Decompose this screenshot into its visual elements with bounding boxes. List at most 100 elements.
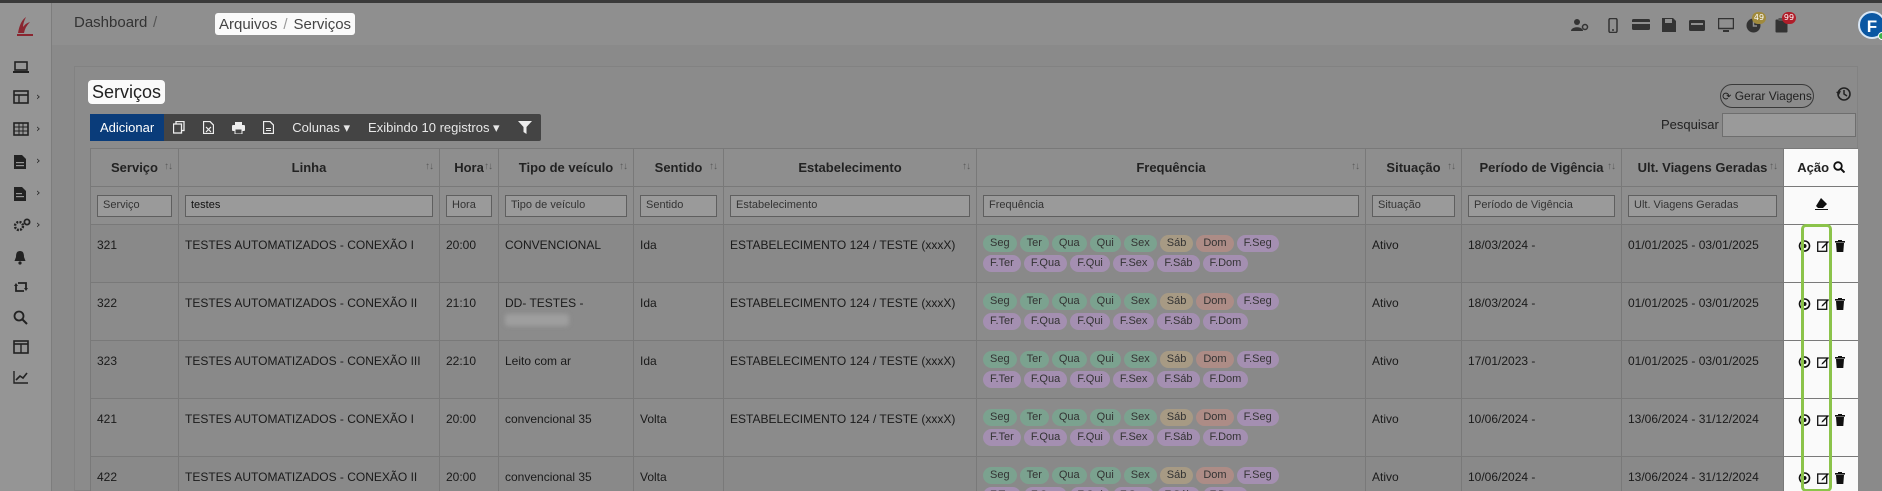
column-header-frequencia[interactable]: Frequência ↑↓	[976, 148, 1366, 187]
breadcrumb-arquivos[interactable]: Arquivos	[219, 16, 277, 33]
filter-button[interactable]	[509, 114, 541, 141]
filter-situacao-input[interactable]: Situação	[1372, 194, 1455, 217]
gerar-viagens-button[interactable]: ⟳ Gerar Viagens	[1720, 84, 1814, 108]
sort-icon: ↑↓	[425, 161, 434, 172]
trash-icon[interactable]	[1834, 472, 1845, 484]
copy-button[interactable]	[164, 114, 194, 141]
printer-register-icon[interactable]	[1689, 18, 1705, 32]
columns-dropdown[interactable]: Colunas ▾	[283, 114, 359, 141]
column-header-tipo[interactable]: Tipo de veículo ↑↓	[498, 148, 634, 187]
sidebar-item-tables[interactable]: ›	[0, 83, 52, 113]
eraser-icon[interactable]	[1814, 198, 1828, 210]
line-chart-icon	[13, 371, 28, 384]
cell-periodo: 10/06/2024 -	[1461, 398, 1622, 457]
day-badge: Seg	[983, 351, 1017, 368]
holiday-day-badge: F.Sex	[1112, 429, 1155, 446]
breadcrumb-dashboard[interactable]: Dashboard	[74, 14, 147, 31]
excel-button[interactable]	[194, 114, 223, 141]
column-header-periodo[interactable]: Período de Vigência ↑↓	[1461, 148, 1622, 187]
holiday-day-badge: F.Qua	[1023, 255, 1068, 272]
cell-sentido: Ida	[633, 224, 724, 283]
trash-icon[interactable]	[1834, 414, 1845, 426]
column-header-hora[interactable]: Hora ↑↓	[439, 148, 499, 187]
day-badge: Sex	[1123, 235, 1157, 252]
filter-estabelecimento-input[interactable]: Estabelecimento	[730, 194, 970, 217]
add-button[interactable]: Adicionar	[90, 114, 165, 141]
frequency-days: SegTerQuaQuiSexSábDomF.Seg F.TerF.QuaF.Qu…	[983, 293, 1283, 330]
column-header-situacao[interactable]: Situação ↑↓	[1365, 148, 1462, 187]
sidebar-item-documents[interactable]: ›	[0, 147, 52, 177]
sort-icon: ↑↓	[1447, 161, 1456, 172]
filter-servico-input[interactable]: Serviço	[97, 194, 172, 217]
pdf-button[interactable]	[254, 114, 283, 141]
chevron-right-icon: ›	[36, 90, 41, 103]
holiday-day-badge: F.Dom	[1202, 487, 1249, 491]
redacted-text	[505, 314, 569, 326]
zoom-icon[interactable]	[1833, 161, 1845, 174]
day-badge: Sex	[1123, 467, 1157, 484]
trash-icon[interactable]	[1834, 356, 1845, 368]
column-header-linha[interactable]: Linha ↑↓	[178, 148, 440, 187]
sidebar-item-search[interactable]	[0, 303, 52, 333]
print-button[interactable]	[223, 114, 254, 141]
page-length-dropdown[interactable]: Exibindo 10 registros ▾	[359, 114, 509, 141]
day-badge: Qui	[1089, 351, 1121, 368]
frequency-days: SegTerQuaQuiSexSábDomF.Seg F.TerF.QuaF.Qu…	[983, 351, 1283, 388]
cell-situacao-text: Ativo	[1372, 238, 1399, 252]
trash-icon[interactable]	[1834, 298, 1845, 310]
filter-hora-input[interactable]: Hora	[446, 194, 492, 217]
cell-hora-text: 21:10	[446, 296, 477, 310]
sort-icon: ↑↓	[709, 161, 718, 172]
sidebar-item-alerts[interactable]	[0, 243, 52, 273]
filter-ult-viagens-input[interactable]: Ult. Viagens Geradas	[1628, 194, 1777, 217]
app-logo-icon[interactable]	[12, 13, 38, 39]
filter-periodo-input[interactable]: Período de Vigência	[1468, 194, 1615, 217]
cell-estabelecimento-text: ESTABELECIMENTO 124 / TESTE (xxxX)	[730, 412, 956, 426]
save-icon[interactable]	[1662, 18, 1676, 32]
cell-hora-text: 22:10	[446, 354, 477, 368]
filter-tipo-input[interactable]: Tipo de veículo	[505, 194, 627, 217]
cell-linha: TESTES AUTOMATIZADOS - CONEXÃO II	[178, 456, 440, 491]
day-badge: Sex	[1123, 409, 1157, 426]
column-header-sentido[interactable]: Sentido ↑↓	[633, 148, 724, 187]
sidebar-item-settings[interactable]: ›	[0, 211, 52, 241]
cell-situacao: Ativo	[1365, 456, 1462, 491]
filter-row: Serviço testes Hora Tipo de veículo Sent…	[90, 186, 1858, 225]
cell-tipo: DD- TESTES -	[498, 282, 634, 341]
sidebar-item-grid[interactable]: ›	[0, 115, 52, 145]
cell-tipo-text: DD- TESTES -	[505, 296, 584, 310]
column-header-acao[interactable]: Ação	[1783, 148, 1858, 187]
holiday-day-badge: F.Sex	[1112, 255, 1155, 272]
day-badge: Sáb	[1159, 293, 1194, 310]
user-settings-icon[interactable]	[1571, 18, 1589, 32]
cell-situacao-text: Ativo	[1372, 412, 1399, 426]
highlight-edit-column	[1801, 224, 1832, 491]
cell-frequencia: SegTerQuaQuiSexSábDomF.Seg F.TerF.QuaF.Qu…	[976, 398, 1366, 457]
filter-frequencia-input[interactable]: Frequência	[983, 194, 1359, 217]
sidebar-item-charts[interactable]	[0, 363, 52, 393]
filter-sentido-input[interactable]: Sentido	[640, 194, 717, 217]
filter-linha-input[interactable]: testes	[185, 194, 433, 217]
cell-situacao-text: Ativo	[1372, 470, 1399, 484]
sidebar-item-dashboard[interactable]	[0, 53, 52, 83]
column-header-servico[interactable]: Serviço ↑↓	[90, 148, 179, 187]
column-header-label: Situação	[1386, 160, 1441, 175]
column-header-ult-viagens[interactable]: Ult. Viagens Geradas ↑↓	[1621, 148, 1784, 187]
sort-icon: ↑↓	[619, 161, 628, 172]
bell-icon	[14, 251, 26, 265]
cell-servico-text: 421	[97, 412, 118, 426]
cell-hora: 20:00	[439, 224, 499, 283]
sidebar-item-transfers[interactable]	[0, 273, 52, 303]
excel-icon	[203, 121, 215, 134]
monitor-icon[interactable]	[1718, 18, 1734, 32]
cell-estabelecimento-text: ESTABELECIMENTO 124 / TESTE (xxxX)	[730, 296, 956, 310]
sidebar-item-reports[interactable]: ›	[0, 179, 52, 209]
mobile-icon[interactable]	[1608, 18, 1618, 33]
sidebar-item-columns[interactable]	[0, 333, 52, 363]
column-header-estabelecimento[interactable]: Estabelecimento ↑↓	[723, 148, 977, 187]
card-icon[interactable]	[1632, 18, 1650, 31]
cell-servico: 421	[90, 398, 179, 457]
trash-icon[interactable]	[1834, 240, 1845, 252]
history-icon[interactable]	[1836, 86, 1852, 102]
search-input[interactable]	[1722, 113, 1856, 137]
